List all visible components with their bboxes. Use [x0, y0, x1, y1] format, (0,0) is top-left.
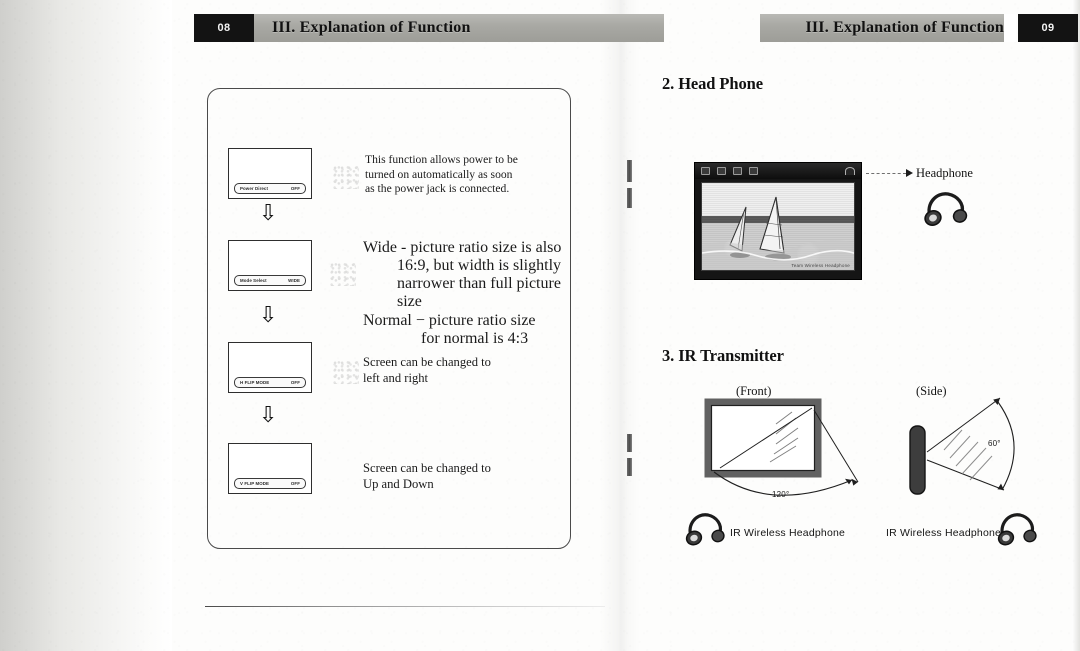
ir-side-view-diagram: [909, 397, 1015, 495]
desc-wide-line-2: 16:9, but width is slightly: [397, 257, 562, 274]
monitor-control-bar: [695, 163, 861, 179]
left-page-edge-shadow: [0, 0, 172, 651]
monitor-button-icon-1: [701, 167, 710, 175]
osd-value-h-flip: OFF: [290, 380, 300, 385]
flow-arrow-1-icon: ⇩: [259, 201, 278, 226]
desc-hflip-line-1: Screen can be changed to: [363, 355, 491, 369]
osd-bar-power-direct: Power Direct OFF: [234, 183, 306, 194]
osd-screen-v-flip: V FLIP MODE OFF: [228, 443, 312, 494]
desc-hflip-line-2: left and right: [363, 370, 429, 385]
monitor-button-icon-3: [733, 167, 742, 175]
ir-front-view-caption: (Front): [736, 384, 772, 398]
gutter-mark-1: [627, 160, 632, 182]
osd-bar-h-flip: H FLIP MODE OFF: [234, 377, 306, 388]
monitor-screen-image: Team Wireless Headphone: [701, 182, 855, 271]
footer-divider-rule: [205, 606, 605, 607]
monitor-button-icon-2: [717, 167, 726, 175]
description-h-flip: Screen can be changed to left and right: [363, 355, 563, 386]
left-page-number: 08: [194, 14, 254, 42]
osd-value-power-direct: OFF: [290, 186, 300, 191]
flow-arrow-2-icon: ⇩: [259, 303, 278, 328]
osd-label-h-flip: H FLIP MODE: [240, 380, 270, 385]
description-mode-select: Wide - picture ratio size is also 16:9, …: [363, 239, 578, 348]
headphone-jack-icon: [845, 167, 855, 175]
osd-label-mode-select: Mode Select: [240, 278, 267, 283]
flow-arrow-3-icon: ⇩: [259, 403, 278, 428]
ir-front-angle-label: 120°: [772, 490, 790, 499]
desc-line-3: as the power jack is connected.: [365, 182, 510, 196]
right-page-edge-shadow: [1072, 0, 1080, 651]
gutter-mark-3: [627, 434, 632, 452]
desc-wide-line-1: Wide - picture ratio size is also: [363, 239, 562, 256]
section-heading-head-phone: 2. Head Phone: [662, 74, 763, 93]
description-power-direct: This function allows power to be turned …: [365, 153, 565, 197]
ir-front-device-caption: IR Wireless Headphone: [730, 527, 846, 539]
desc-normal-line-2: for normal is 4:3: [421, 330, 529, 347]
lcd-monitor-illustration: Team Wireless Headphone: [694, 162, 862, 280]
right-header-band: III. Explanation of Function: [760, 14, 1016, 42]
gutter-mark-4: [627, 458, 632, 476]
left-header-title: III. Explanation of Function: [272, 19, 471, 36]
headphone-icon-2: [685, 513, 725, 546]
right-page-number: 09: [1018, 14, 1078, 42]
right-header-title: III. Explanation of Function: [805, 19, 1004, 36]
ir-front-view-diagram: [704, 398, 859, 496]
headphone-icon-3: [997, 513, 1037, 546]
headphone-callout-line: [866, 173, 906, 174]
monitor-screen-caption: Team Wireless Headphone: [791, 263, 850, 268]
osd-screen-mode-select: Mode Select WIDE: [228, 240, 312, 291]
osd-bar-mode-select: Mode Select WIDE: [234, 275, 306, 286]
desc-line-1: This function allows power to be: [365, 153, 518, 166]
left-header-band: III. Explanation of Function: [254, 14, 664, 42]
description-v-flip: Screen can be changed to Up and Down: [363, 461, 563, 492]
headphone-callout-arrow-icon: [906, 168, 913, 177]
osd-value-v-flip: OFF: [290, 481, 300, 486]
osd-value-mode-select: WIDE: [288, 278, 300, 283]
desc-vflip-line-1: Screen can be changed to: [363, 461, 491, 475]
headphone-callout-label: Headphone: [916, 166, 973, 180]
left-page-header: 08 III. Explanation of Function: [194, 14, 664, 42]
ir-side-angle-label: 60°: [988, 439, 1001, 448]
windsurfing-scene-icon: [702, 196, 854, 270]
desc-line-2: turned on automatically as soon: [365, 167, 513, 181]
right-page-header: III. Explanation of Function 09: [760, 14, 1078, 42]
headphone-icon-1: [924, 192, 968, 226]
osd-bar-v-flip: V FLIP MODE OFF: [234, 478, 306, 489]
ir-side-device-caption: IR Wireless Headphone: [886, 527, 1002, 539]
osd-screen-h-flip: H FLIP MODE OFF: [228, 342, 312, 393]
book-gutter-shadow: [600, 0, 640, 651]
section-heading-ir-transmitter: 3. IR Transmitter: [662, 346, 784, 365]
monitor-button-icon-4: [749, 167, 758, 175]
desc-vflip-line-2: Up and Down: [363, 476, 434, 491]
desc-normal-line-1: Normal − picture ratio size: [363, 312, 536, 329]
gutter-mark-2: [627, 188, 632, 208]
desc-wide-line-3: narrower than full picture size: [397, 275, 561, 310]
scanned-page-spread: 08 III. Explanation of Function III. Exp…: [0, 0, 1080, 651]
header-gap-right: [1004, 14, 1016, 42]
osd-label-v-flip: V FLIP MODE: [240, 481, 270, 486]
osd-label-power-direct: Power Direct: [240, 186, 269, 191]
osd-screen-power-direct: Power Direct OFF: [228, 148, 312, 199]
